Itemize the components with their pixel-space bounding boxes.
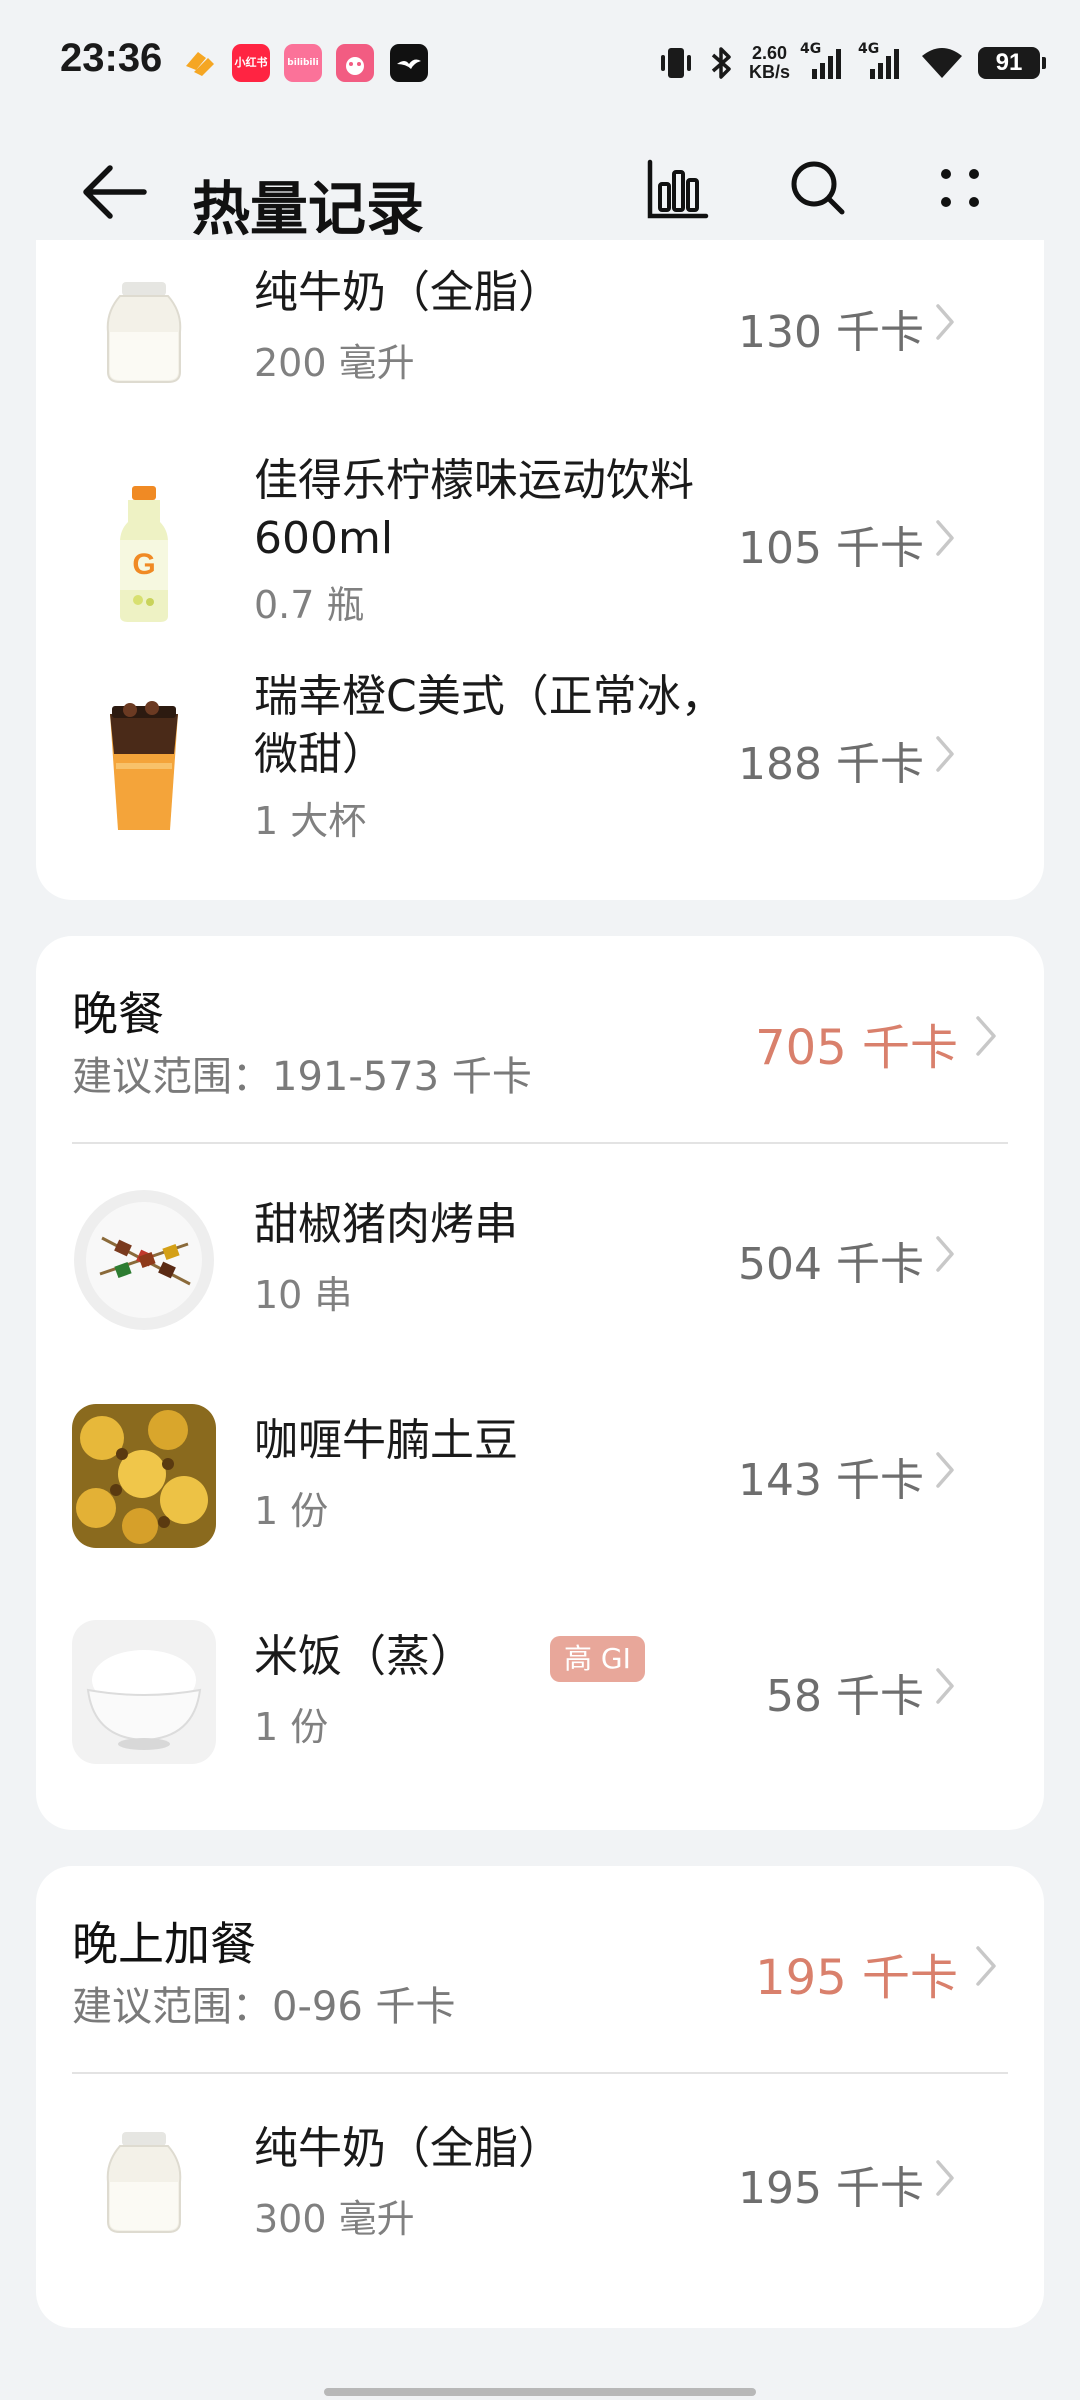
food-calories: 143 千卡 [738, 1455, 924, 1506]
gatorade-bottle-image: G [72, 482, 216, 626]
wifi-icon [922, 48, 962, 78]
food-calories: 504 千卡 [738, 1239, 924, 1290]
status-bar: 23:36 小红书 bilibili 2.60 KB/s 4G 4G 91 [0, 0, 1080, 130]
network-type-1: 4G [800, 41, 822, 57]
chevron-right-icon [936, 1668, 954, 1704]
food-quantity: 0.7 瓶 [254, 583, 365, 627]
network-speed: 2.60 KB/s [749, 44, 790, 82]
food-name: 米饭（蒸） [254, 1631, 474, 1682]
meal-card-night-snack: 晚上加餐 建议范围：0-96 千卡 195 千卡 纯牛奶（全脂） 300 毫升 … [36, 1866, 1044, 2328]
food-quantity: 10 串 [254, 1273, 353, 1317]
xiaohongshu-icon: 小红书 [232, 44, 270, 82]
svg-text:G: G [132, 548, 155, 581]
back-arrow-icon[interactable] [80, 160, 150, 224]
meal-total-calories: 195 千卡 [755, 1950, 958, 2006]
food-name: 纯牛奶（全脂） [254, 2123, 562, 2174]
meal-header-night-snack[interactable]: 晚上加餐 建议范围：0-96 千卡 195 千卡 [36, 1866, 1044, 2074]
milk-bottle-image [72, 2112, 216, 2256]
food-quantity: 1 大杯 [254, 799, 367, 843]
meal-total-calories: 705 千卡 [755, 1020, 958, 1076]
title-bar: 热量记录 [0, 130, 1080, 243]
meal-card-previous: 纯牛奶（全脂） 200 毫升 130 千卡 G 佳得乐柠檬味运动饮料600ml … [36, 240, 1044, 900]
chevron-right-icon [976, 1946, 996, 1986]
iced-coffee-image [72, 696, 216, 840]
bilibili-icon: bilibili [284, 44, 322, 82]
food-item-coffee[interactable]: 瑞幸橙C美式（正常冰，微甜） 1 大杯 188 千卡 [36, 656, 1044, 872]
orange-app-icon [180, 44, 218, 82]
meal-suggested-range: 建议范围：191-573 千卡 [72, 1054, 532, 1100]
food-name: 纯牛奶（全脂） [254, 267, 562, 318]
food-quantity: 1 份 [254, 1489, 329, 1533]
food-calories: 130 千卡 [738, 307, 924, 358]
search-icon[interactable] [782, 152, 854, 224]
chart-icon[interactable] [640, 152, 712, 224]
more-options-icon[interactable] [924, 152, 996, 224]
home-indicator[interactable] [324, 2388, 756, 2396]
rice-bowl-image [72, 1620, 216, 1764]
pink-app-icon [336, 44, 374, 82]
chevron-right-icon [936, 520, 954, 556]
bluetooth-icon [711, 47, 731, 79]
vibrate-icon [660, 48, 691, 78]
food-item-curry[interactable]: 咖喱牛腩土豆 1 份 143 千卡 [36, 1368, 1044, 1584]
meal-card-dinner: 晚餐 建议范围：191-573 千卡 705 千卡 甜椒猪肉烤串 10 串 50… [36, 936, 1044, 1830]
food-quantity: 1 份 [254, 1705, 329, 1749]
meal-name: 晚餐 [72, 987, 164, 1041]
high-gi-badge: 高 GI [550, 1636, 645, 1682]
signal-icon-2: 4G [858, 41, 906, 79]
net-speed-unit: KB/s [748, 62, 790, 82]
chevron-right-icon [936, 304, 954, 340]
divider [72, 1142, 1008, 1144]
chevron-right-icon [936, 1236, 954, 1272]
food-calories: 105 千卡 [738, 523, 924, 574]
food-name: 甜椒猪肉烤串 [254, 1199, 518, 1250]
chevron-right-icon [976, 1016, 996, 1056]
battery-icon: 91 [978, 47, 1046, 79]
food-item-milk[interactable]: 纯牛奶（全脂） 200 毫升 130 千卡 [36, 240, 1044, 440]
food-quantity: 300 毫升 [254, 2197, 415, 2241]
food-item-gatorade[interactable]: G 佳得乐柠檬味运动饮料600ml 0.7 瓶 105 千卡 [36, 440, 1044, 656]
chevron-right-icon [936, 2160, 954, 2196]
bird-app-icon [390, 44, 428, 82]
meal-suggested-range: 建议范围：0-96 千卡 [72, 1984, 456, 2030]
food-name: 咖喱牛腩土豆 [254, 1415, 518, 1466]
meal-header-dinner[interactable]: 晚餐 建议范围：191-573 千卡 705 千卡 [36, 936, 1044, 1144]
meal-name: 晚上加餐 [72, 1917, 256, 1971]
page-title: 热量记录 [192, 175, 425, 243]
status-time: 23:36 [60, 36, 163, 80]
milk-bottle-image [72, 262, 216, 406]
food-item-skewer[interactable]: 甜椒猪肉烤串 10 串 504 千卡 [36, 1152, 1044, 1368]
food-name: 佳得乐柠檬味运动饮料600ml [254, 455, 694, 564]
net-speed-value: 2.60 [751, 43, 788, 63]
signal-icon-1: 4G [800, 41, 848, 79]
food-name: 瑞幸橙C美式（正常冰，微甜） [254, 671, 725, 780]
curry-beef-potato-image [72, 1404, 216, 1548]
chevron-right-icon [936, 1452, 954, 1488]
food-calories: 188 千卡 [738, 739, 924, 790]
food-calories: 58 千卡 [766, 1671, 924, 1722]
chevron-right-icon [936, 736, 954, 772]
status-icons: 2.60 KB/s 4G 4G 91 [657, 38, 1046, 88]
network-type-2: 4G [858, 41, 880, 57]
pork-skewer-image [72, 1188, 216, 1332]
divider [72, 2072, 1008, 2074]
food-item-rice[interactable]: 米饭（蒸） 高 GI 1 份 58 千卡 [36, 1584, 1044, 1800]
food-quantity: 200 毫升 [254, 341, 415, 385]
food-item-milk-night[interactable]: 纯牛奶（全脂） 300 毫升 195 千卡 [36, 2082, 1044, 2298]
food-calories: 195 千卡 [738, 2163, 924, 2214]
